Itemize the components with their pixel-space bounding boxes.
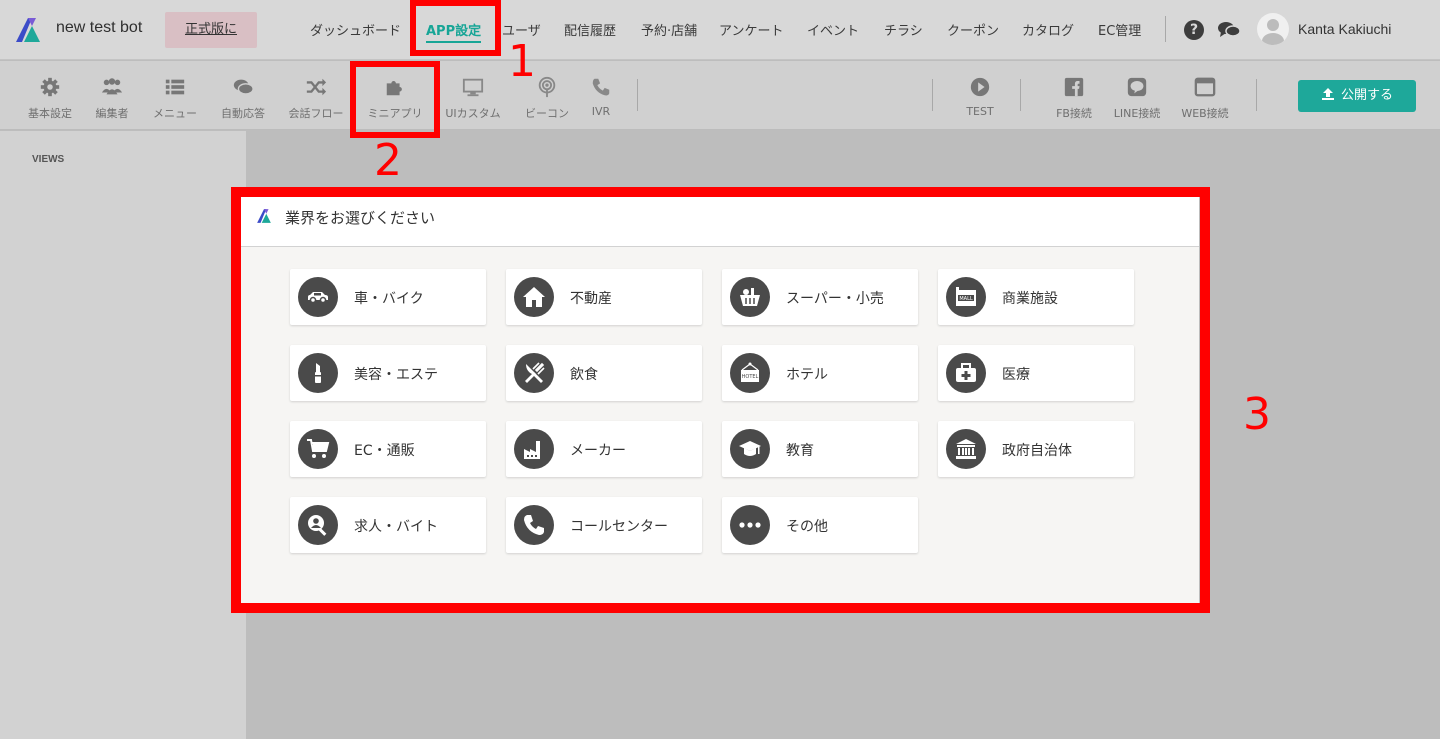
shuffle-icon [306, 78, 327, 96]
tool-ivr[interactable]: IVR [584, 61, 618, 130]
tool-auto-response[interactable]: 自動応答 [216, 61, 270, 130]
app-logo-icon[interactable] [14, 16, 42, 44]
play-icon [970, 77, 990, 97]
tool-test[interactable]: TEST [955, 61, 1005, 130]
toolbar-divider [1020, 79, 1021, 111]
tool-label: 編集者 [95, 107, 129, 120]
publish-button[interactable]: 公開する [1298, 80, 1416, 112]
views-sidebar: VIEWS [0, 131, 247, 739]
list-icon [165, 79, 185, 95]
question-circle-icon[interactable]: ? [1184, 20, 1204, 40]
tool-line-connect[interactable]: LINE接続 [1110, 61, 1164, 130]
tool-conversation-flow[interactable]: 会話フロー [284, 61, 348, 130]
annotation-number-1: 1 [508, 36, 536, 87]
nav-dashboard[interactable]: ダッシュボード [310, 20, 401, 39]
beacon-icon [538, 76, 556, 98]
tool-label: UIカスタム [445, 107, 501, 120]
annotation-box-1 [410, 0, 501, 56]
annotation-number-2: 2 [374, 135, 402, 186]
top-navigation-bar: new test bot 正式版に ダッシュボード APP設定 ユーザ 配信履歴… [0, 0, 1440, 60]
upload-icon [1321, 88, 1334, 100]
nav-coupons[interactable]: クーポン [947, 20, 999, 39]
nav-events[interactable]: イベント [807, 20, 859, 39]
monitor-icon [462, 78, 484, 97]
toolbar-divider [637, 79, 638, 111]
nav-catalog[interactable]: カタログ [1022, 20, 1074, 39]
facebook-icon [1064, 77, 1084, 97]
tool-label: 会話フロー [288, 107, 344, 120]
nav-divider [1165, 16, 1166, 42]
tool-label: TEST [966, 105, 994, 118]
nav-survey[interactable]: アンケート [719, 20, 783, 39]
chat-bubbles-icon[interactable] [1217, 20, 1241, 40]
gear-icon [40, 77, 60, 97]
tool-label: ビーコン [525, 107, 569, 120]
tool-ui-custom[interactable]: UIカスタム [444, 61, 502, 130]
tool-web-connect[interactable]: WEB接続 [1176, 61, 1234, 130]
app-settings-toolbar: 基本設定 編集者 メニュー 自動応答 会話フロー ミニアプリ UIカスタム ビー… [0, 61, 1440, 130]
tool-menu[interactable]: メニュー [150, 61, 200, 130]
nav-reservations-stores[interactable]: 予約·店舗 [641, 20, 697, 39]
upgrade-button[interactable]: 正式版に [165, 12, 257, 48]
publish-label: 公開する [1340, 88, 1393, 103]
tool-label: 基本設定 [28, 107, 72, 120]
nav-ec-management[interactable]: EC管理 [1098, 20, 1141, 39]
nav-delivery-history[interactable]: 配信履歴 [564, 20, 616, 39]
toolbar-divider [932, 79, 933, 111]
views-heading: VIEWS [32, 154, 65, 165]
brand-name[interactable]: new test bot [56, 19, 142, 37]
tool-editors[interactable]: 編集者 [88, 61, 136, 130]
browser-window-icon [1194, 77, 1216, 97]
users-icon [101, 78, 123, 95]
nav-flyers[interactable]: チラシ [884, 20, 923, 39]
tool-label: IVR [591, 105, 611, 118]
user-name[interactable]: Kanta Kakiuchi [1298, 21, 1391, 37]
tool-basic-settings[interactable]: 基本設定 [22, 61, 78, 130]
tool-label: 自動応答 [221, 107, 265, 120]
annotation-number-3: 3 [1243, 389, 1271, 440]
avatar[interactable] [1257, 13, 1289, 45]
tool-label: WEB接続 [1181, 107, 1229, 120]
toolbar-divider [1256, 79, 1257, 111]
tool-fb-connect[interactable]: FB接続 [1048, 61, 1100, 130]
tool-label: メニュー [153, 107, 197, 120]
annotation-box-2 [350, 61, 440, 138]
tool-label: LINE接続 [1113, 107, 1161, 120]
annotation-box-3 [231, 187, 1210, 613]
tool-label: FB接続 [1056, 107, 1092, 120]
user-avatar-icon [1262, 19, 1284, 45]
line-icon [1127, 77, 1147, 97]
chat-icon [233, 79, 254, 95]
phone-icon [592, 78, 610, 96]
